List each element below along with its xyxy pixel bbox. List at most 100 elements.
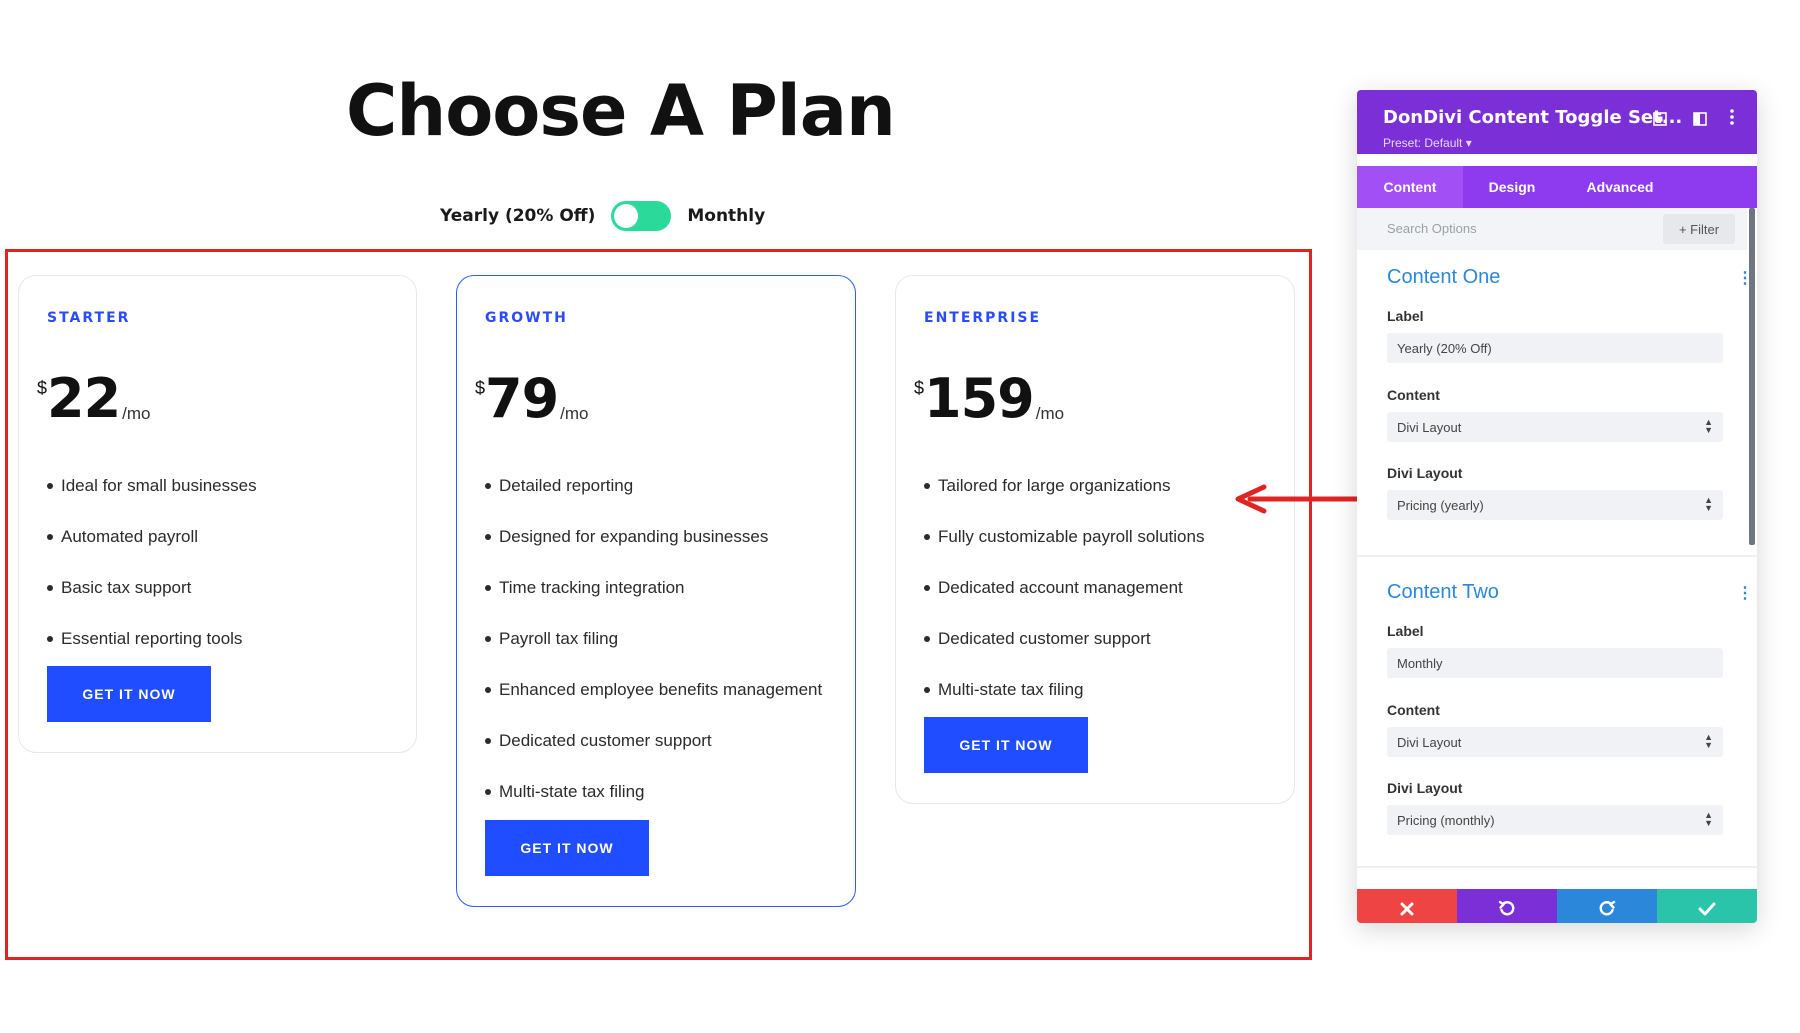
billing-toggle-switch[interactable] xyxy=(611,201,672,231)
select-arrows-icon: ▲ ▼ xyxy=(1704,417,1713,435)
tab-content[interactable]: Content xyxy=(1357,166,1463,208)
get-it-now-button[interactable]: GET IT NOW xyxy=(924,717,1088,773)
save-button[interactable] xyxy=(1657,889,1757,923)
select-value: Pricing (yearly) xyxy=(1397,497,1484,513)
more-options-icon[interactable] xyxy=(1729,108,1735,129)
split-view-icon[interactable] xyxy=(1693,112,1707,129)
get-it-now-button[interactable]: GET IT NOW xyxy=(47,666,211,722)
list-item: Multi-state tax filing xyxy=(924,664,1204,715)
module-settings-panel: DonDivi Content Toggle Set... Preset: De… xyxy=(1357,90,1757,923)
list-item: Automated payroll xyxy=(47,511,257,562)
content-select[interactable]: Divi Layout ▲ ▼ xyxy=(1387,412,1723,442)
divi-layout-select[interactable]: Pricing (monthly) ▲ ▼ xyxy=(1387,805,1723,835)
bullet xyxy=(485,737,491,744)
search-input[interactable]: Search Options xyxy=(1387,221,1477,236)
select-arrows-icon: ▲ ▼ xyxy=(1704,810,1713,828)
list-item: Basic tax support xyxy=(47,562,257,613)
section-title-content-two[interactable]: Content Two xyxy=(1387,581,1499,604)
bullet xyxy=(485,482,491,489)
feature-list: Ideal for small businesses Automated pay… xyxy=(47,460,257,664)
bullet xyxy=(924,635,930,642)
undo-icon xyxy=(1498,900,1515,916)
plan-name: STARTER xyxy=(47,310,131,326)
bullet xyxy=(485,788,491,795)
list-item: Dedicated customer support xyxy=(485,715,822,766)
bullet xyxy=(485,584,491,591)
get-it-now-button[interactable]: GET IT NOW xyxy=(485,820,649,876)
list-item: Enhanced employee benefits management xyxy=(485,664,822,715)
redo-button[interactable] xyxy=(1557,889,1657,923)
field-label: Label xyxy=(1387,623,1424,639)
check-icon xyxy=(1698,902,1716,916)
price-currency: $ xyxy=(914,378,925,398)
page-title: Choose A Plan xyxy=(346,70,896,152)
price-period: /mo xyxy=(1035,404,1065,423)
feature-list: Detailed reporting Designed for expandin… xyxy=(485,460,822,817)
select-value: Pricing (monthly) xyxy=(1397,812,1495,828)
bullet xyxy=(924,482,930,489)
fullscreen-icon[interactable] xyxy=(1653,112,1667,129)
plan-name: GROWTH xyxy=(485,310,568,326)
bullet xyxy=(485,635,491,642)
scrollbar[interactable] xyxy=(1749,208,1755,545)
pricing-card-growth: GROWTH $ 79 /mo Detailed reporting Desig… xyxy=(456,275,856,907)
bullet xyxy=(47,584,53,591)
section-menu-icon[interactable]: ⋮ xyxy=(1737,583,1753,603)
toggle-yearly-label[interactable]: Yearly (20% Off) xyxy=(440,206,595,226)
toggle-monthly-label[interactable]: Monthly xyxy=(687,206,765,226)
panel-tabs: Content Design Advanced xyxy=(1357,166,1757,208)
select-arrows-icon: ▲ ▼ xyxy=(1704,732,1713,750)
pricing-toggle: Yearly (20% Off) Monthly xyxy=(440,200,765,232)
bullet xyxy=(47,635,53,642)
bullet xyxy=(47,533,53,540)
select-value: Divi Layout xyxy=(1397,734,1462,750)
list-item: Dedicated account management xyxy=(924,562,1204,613)
field-label: Label xyxy=(1387,308,1424,324)
divi-layout-select[interactable]: Pricing (yearly) ▲ ▼ xyxy=(1387,490,1723,520)
list-item: Dedicated customer support xyxy=(924,613,1204,664)
panel-header: DonDivi Content Toggle Set... Preset: De… xyxy=(1357,90,1757,154)
tab-design[interactable]: Design xyxy=(1463,166,1561,208)
panel-footer xyxy=(1357,889,1757,923)
list-item: Multi-state tax filing xyxy=(485,766,822,817)
bullet xyxy=(924,533,930,540)
search-options-bar: Search Options + Filter xyxy=(1357,208,1747,250)
section-title-content-one[interactable]: Content One xyxy=(1387,266,1500,289)
bullet xyxy=(47,482,53,489)
list-item: Payroll tax filing xyxy=(485,613,822,664)
section-divider xyxy=(1357,555,1757,557)
list-item: Ideal for small businesses xyxy=(47,460,257,511)
pricing-card-starter: STARTER $ 22 /mo Ideal for small busines… xyxy=(18,275,417,753)
price-currency: $ xyxy=(37,378,48,398)
label-input[interactable]: Monthly xyxy=(1387,648,1723,678)
undo-button[interactable] xyxy=(1457,889,1557,923)
price: $ 159 /mo xyxy=(914,372,1064,426)
bullet xyxy=(924,584,930,591)
field-label: Divi Layout xyxy=(1387,465,1463,481)
preset-dropdown[interactable]: Preset: Default ▾ xyxy=(1383,136,1472,150)
content-select[interactable]: Divi Layout ▲ ▼ xyxy=(1387,727,1723,757)
list-item: Tailored for large organizations xyxy=(924,460,1204,511)
label-input[interactable]: Yearly (20% Off) xyxy=(1387,333,1723,363)
field-label: Divi Layout xyxy=(1387,780,1463,796)
discard-button[interactable] xyxy=(1357,889,1457,923)
select-arrows-icon: ▲ ▼ xyxy=(1704,495,1713,513)
redo-icon xyxy=(1599,900,1616,916)
list-item: Designed for expanding businesses xyxy=(485,511,822,562)
section-menu-icon[interactable]: ⋮ xyxy=(1737,268,1753,288)
close-icon xyxy=(1400,902,1414,916)
field-label: Content xyxy=(1387,387,1440,403)
filter-button[interactable]: + Filter xyxy=(1663,214,1735,244)
price-period: /mo xyxy=(122,404,151,423)
tab-advanced[interactable]: Advanced xyxy=(1561,166,1679,208)
price-period: /mo xyxy=(560,404,589,423)
list-item: Essential reporting tools xyxy=(47,613,257,664)
list-item: Fully customizable payroll solutions xyxy=(924,511,1204,562)
bullet xyxy=(485,533,491,540)
section-divider xyxy=(1357,866,1757,868)
price: $ 22 /mo xyxy=(37,372,151,426)
plan-name: ENTERPRISE xyxy=(924,310,1042,326)
select-value: Divi Layout xyxy=(1397,419,1462,435)
list-item: Time tracking integration xyxy=(485,562,822,613)
bullet xyxy=(924,686,930,693)
